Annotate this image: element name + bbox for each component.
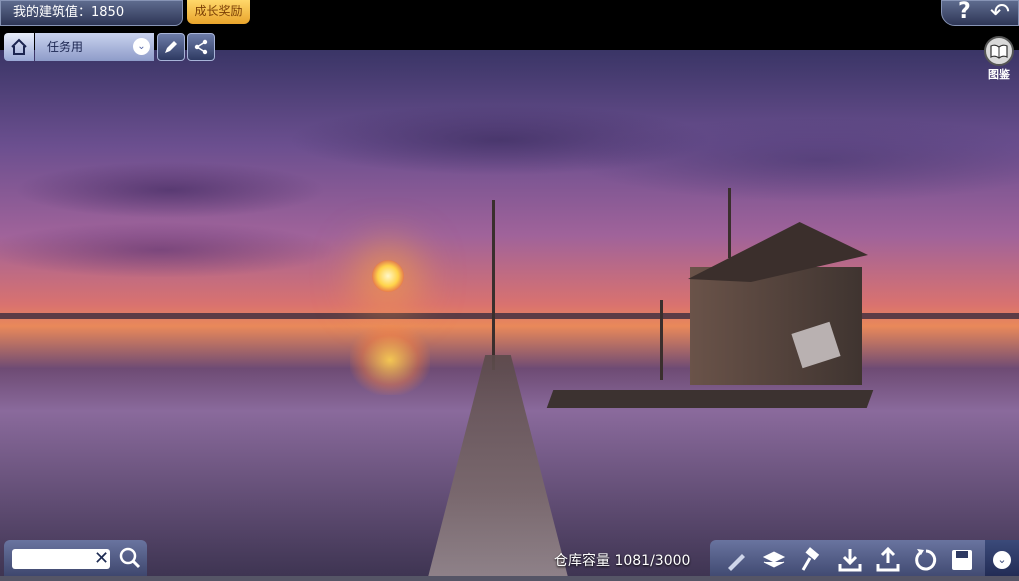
share-button[interactable]: [187, 33, 215, 61]
mode-select-label: 任务用: [47, 40, 84, 54]
platform: [546, 390, 874, 408]
scene-image: [0, 50, 1019, 581]
home-button[interactable]: [4, 33, 34, 61]
reset-button[interactable]: [912, 546, 940, 574]
save-button[interactable]: [948, 546, 976, 574]
mast: [660, 300, 663, 380]
clear-icon[interactable]: ✕: [94, 548, 109, 569]
save-icon: [952, 550, 972, 570]
share-icon: [194, 39, 208, 55]
pencil-icon: [165, 41, 177, 53]
sun-reflection: [350, 325, 430, 395]
brush-button[interactable]: [722, 546, 750, 574]
hammer-button[interactable]: [798, 546, 826, 574]
search-panel: ✕: [4, 540, 147, 578]
download-icon: [838, 549, 862, 572]
layers-button[interactable]: [760, 546, 788, 574]
brush-icon: [728, 554, 745, 571]
warehouse-capacity: 仓库容量 1081/3000: [554, 553, 691, 569]
chevron-down-icon: ⌄: [133, 38, 150, 55]
import-button[interactable]: [836, 546, 864, 574]
horizon: [0, 313, 1019, 319]
layers-icon: [762, 551, 786, 568]
upload-icon: [876, 546, 900, 572]
sun: [372, 260, 404, 292]
hut: [688, 222, 868, 385]
edit-button[interactable]: [157, 33, 185, 61]
bottom-edge: [0, 576, 1019, 581]
top-right-controls: ? ↶: [941, 0, 1019, 26]
search-icon[interactable]: [118, 546, 142, 570]
book-icon: [984, 36, 1014, 66]
catalog-label: 图鉴: [988, 68, 1010, 81]
help-icon[interactable]: ?: [958, 0, 971, 24]
growth-reward-button[interactable]: 成长奖励: [187, 0, 250, 24]
mast: [492, 200, 495, 370]
home-icon: [11, 38, 27, 55]
refresh-icon: [915, 549, 937, 571]
mode-select[interactable]: 任务用 ⌄: [35, 33, 154, 61]
hammer-icon: [801, 547, 820, 571]
back-icon[interactable]: ↶: [990, 0, 1010, 26]
expand-button[interactable]: ⌄: [985, 540, 1019, 581]
building-score: 我的建筑值：1850: [0, 0, 183, 26]
bottom-toolbar: ⌄: [710, 540, 1019, 581]
export-button[interactable]: [874, 546, 902, 574]
catalog-button[interactable]: 图鉴: [983, 36, 1015, 82]
expand-icon: ⌄: [993, 551, 1011, 569]
